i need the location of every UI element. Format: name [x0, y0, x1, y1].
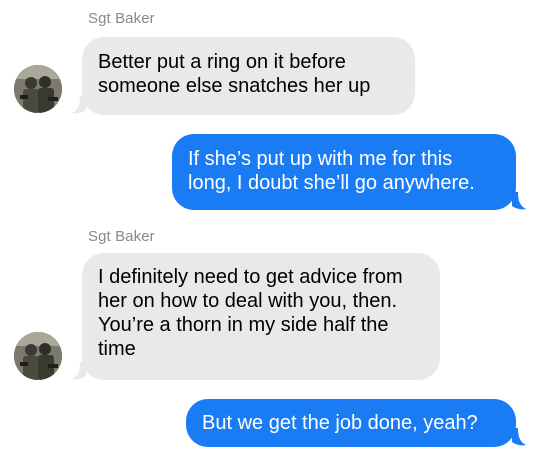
sender-name: Sgt Baker: [88, 228, 155, 245]
outgoing-message[interactable]: If she’s put up with me for this long, I…: [172, 134, 516, 210]
sender-name: Sgt Baker: [88, 10, 155, 27]
incoming-message[interactable]: Better put a ring on it before someone e…: [82, 37, 415, 115]
incoming-message[interactable]: I definitely need to get advice from her…: [82, 253, 440, 380]
contact-photo-icon: [14, 332, 62, 380]
contact-avatar[interactable]: [14, 332, 62, 380]
contact-photo-icon: [14, 65, 62, 113]
contact-avatar[interactable]: [14, 65, 62, 113]
outgoing-message[interactable]: But we get the job done, yeah?: [186, 399, 516, 447]
message-thread: Sgt Baker Better put a ring on it before…: [0, 0, 540, 471]
